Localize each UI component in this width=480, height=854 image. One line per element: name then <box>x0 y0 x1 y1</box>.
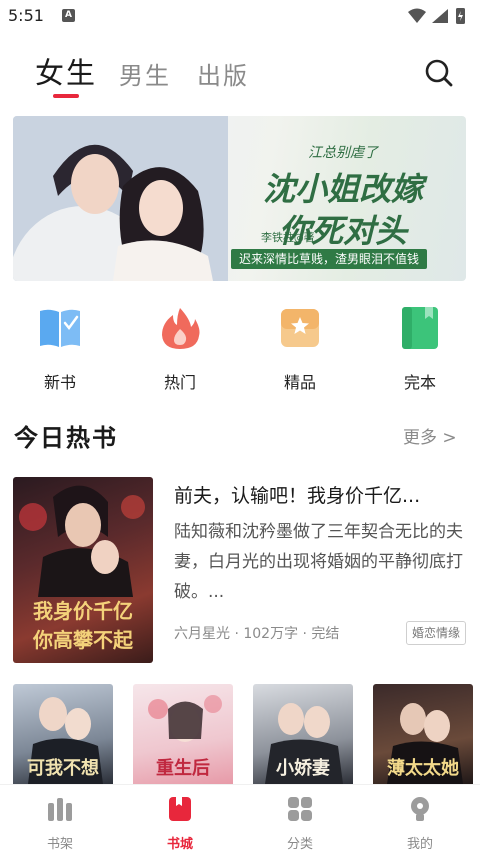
book-cover-4-text: 薄太太她 <box>387 758 459 779</box>
tab-male[interactable]: 男生 <box>119 56 171 91</box>
signal-icon <box>432 9 448 23</box>
banner-title-line1: 沈小姐改嫁 <box>262 170 423 208</box>
featured-book[interactable]: 我身价千亿 你高攀不起 前夫，认输吧！我身价千亿... 陆知薇和沈矜墨做了三年契… <box>13 477 466 665</box>
quick-nav-hot[interactable]: 热门 <box>140 305 220 393</box>
featured-book-description: 陆知薇和沈矜墨做了三年契合无比的夫妻，白月光的出现将婚姻的平静彻底打破。... <box>174 522 463 602</box>
status-bar: 5:51 A <box>0 0 480 32</box>
nav-bookstore[interactable]: 书城 <box>140 795 220 852</box>
wifi-icon <box>408 8 426 23</box>
book-cover-1[interactable]: 可我不想 <box>13 684 113 784</box>
status-time: 5:51 <box>8 6 44 25</box>
category-grid-icon <box>288 797 312 821</box>
quick-nav-new-label: 新书 <box>43 373 76 392</box>
banner-subtitle: 江总别虐了 <box>308 145 378 161</box>
nav-bookstore-label: 书城 <box>166 837 193 852</box>
promo-banner[interactable]: 江总别虐了 沈小姐改嫁 你死对头 李铁柱◎著 迟来深情比草贱，渣男眼泪不值钱 <box>13 116 466 281</box>
quick-nav-finished[interactable]: 完本 <box>380 305 460 393</box>
nav-category-label: 分类 <box>286 837 313 852</box>
featured-cover-title-1: 我身价千亿 <box>33 599 133 623</box>
finished-book-icon <box>402 307 438 349</box>
featured-book-title[interactable]: 前夫，认输吧！我身价千亿... <box>174 481 466 508</box>
quick-nav-finished-label: 完本 <box>403 373 436 392</box>
quick-nav-premium-label: 精品 <box>283 373 316 392</box>
tab-publish[interactable]: 出版 <box>197 56 249 91</box>
featured-cover-title-2: 你高攀不起 <box>33 628 133 652</box>
nav-bookshelf-label: 书架 <box>46 837 73 852</box>
book-cover-2[interactable]: 重生后 <box>133 684 233 784</box>
bottom-nav: 书架 书城 分类 我的 <box>0 784 480 854</box>
nav-bookshelf[interactable]: 书架 <box>20 795 100 852</box>
banner-couple-illustration <box>13 116 228 281</box>
top-tabs: 女生 男生 出版 <box>0 52 480 102</box>
flame-icon <box>162 308 200 349</box>
featured-book-meta: 六月星光 · 102万字 · 完结 <box>174 626 340 642</box>
star-bookmark-icon <box>281 309 319 347</box>
section-title: 今日热书 <box>14 424 118 452</box>
tab-female[interactable]: 女生 <box>35 50 97 92</box>
active-tab-indicator <box>53 94 79 98</box>
more-link[interactable]: 更多 > <box>403 423 457 448</box>
book-cover-4[interactable]: 薄太太她 <box>373 684 473 784</box>
featured-book-cover[interactable]: 我身价千亿 你高攀不起 <box>13 477 153 663</box>
quick-nav-premium[interactable]: 精品 <box>260 305 340 393</box>
bookstore-icon <box>169 797 191 821</box>
book-cover-2-text: 重生后 <box>156 758 210 779</box>
search-icon[interactable] <box>424 58 454 88</box>
book-cover-1-text: 可我不想 <box>27 758 99 779</box>
genre-tag[interactable]: 婚恋情缘 <box>405 621 466 645</box>
quick-nav-hot-label: 热门 <box>163 373 196 392</box>
bookshelf-icon <box>48 798 72 821</box>
quick-nav-new[interactable]: 新书 <box>20 305 100 393</box>
profile-icon <box>411 797 429 821</box>
nav-category[interactable]: 分类 <box>260 795 340 852</box>
banner-tagline: 迟来深情比草贱，渣男眼泪不值钱 <box>231 249 428 269</box>
quick-nav: 新书 热门 精品 完本 <box>0 305 480 395</box>
notification-a-icon: A <box>62 9 75 22</box>
banner-author: 李铁柱◎著 <box>261 231 315 244</box>
nav-profile-label: 我的 <box>406 837 433 852</box>
book-cover-3-text: 小娇妻 <box>276 758 330 779</box>
status-icons <box>408 8 465 24</box>
book-cover-3[interactable]: 小娇妻 <box>253 684 353 784</box>
nav-profile[interactable]: 我的 <box>380 795 460 852</box>
new-book-icon <box>40 309 80 347</box>
